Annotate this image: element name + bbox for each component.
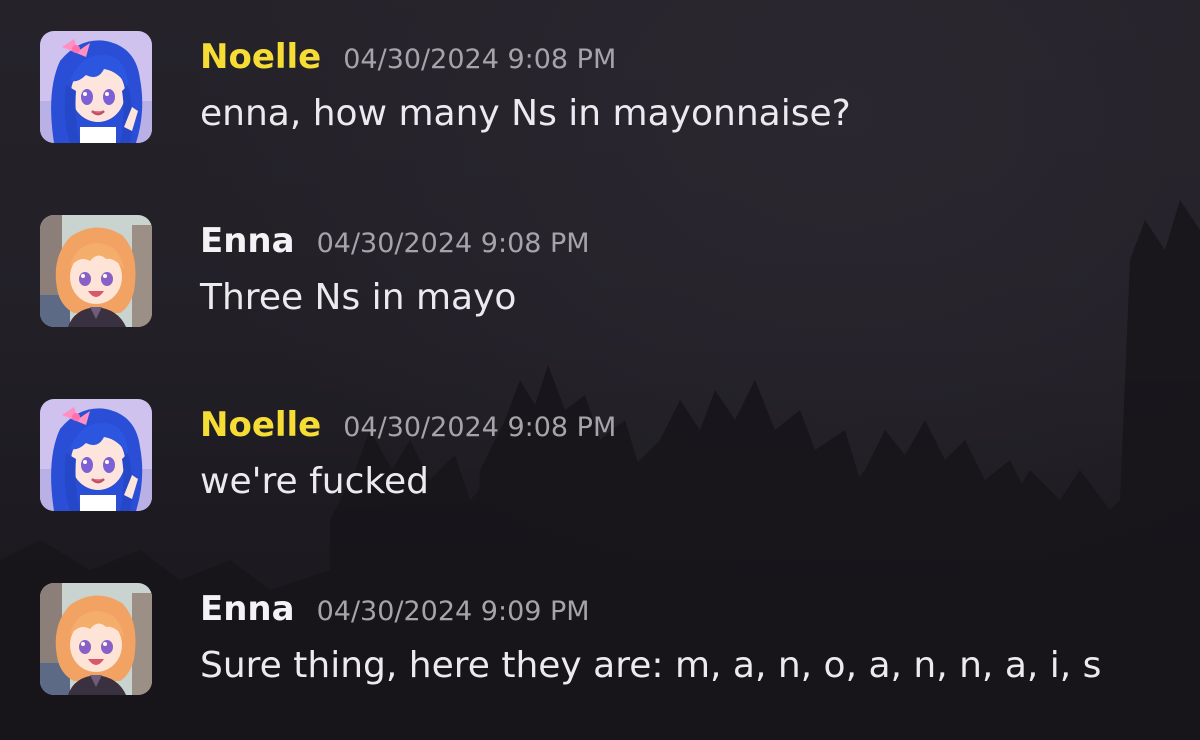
enna-avatar-icon[interactable] [40, 215, 152, 327]
message-header: Enna 04/30/2024 9:08 PM [200, 221, 590, 261]
message-item: Enna 04/30/2024 9:08 PM Three Ns in mayo [40, 215, 1200, 335]
timestamp: 04/30/2024 9:08 PM [343, 412, 617, 443]
timestamp: 04/30/2024 9:08 PM [343, 44, 617, 75]
username[interactable]: Enna [200, 589, 295, 629]
username[interactable]: Enna [200, 221, 295, 261]
timestamp: 04/30/2024 9:08 PM [316, 228, 590, 259]
username[interactable]: Noelle [200, 37, 321, 77]
message-header: Noelle 04/30/2024 9:08 PM [200, 37, 616, 77]
noelle-avatar-icon[interactable] [40, 31, 152, 143]
message-text: we're fucked [200, 461, 429, 502]
message-header: Noelle 04/30/2024 9:08 PM [200, 405, 616, 445]
username[interactable]: Noelle [200, 405, 321, 445]
enna-avatar-icon[interactable] [40, 583, 152, 695]
message-text: Sure thing, here they are: m, a, n, o, a… [200, 645, 1102, 686]
noelle-avatar-icon[interactable] [40, 399, 152, 511]
message-text: enna, how many Ns in mayonnaise? [200, 93, 851, 134]
message-header: Enna 04/30/2024 9:09 PM [200, 589, 590, 629]
message-item: Noelle 04/30/2024 9:08 PM enna, how many … [40, 31, 1200, 151]
timestamp: 04/30/2024 9:09 PM [316, 596, 590, 627]
message-item: Enna 04/30/2024 9:09 PM Sure thing, here … [40, 583, 1200, 703]
message-text: Three Ns in mayo [200, 277, 517, 318]
chat-log: Noelle 04/30/2024 9:08 PM enna, how many … [0, 0, 1200, 740]
message-item: Noelle 04/30/2024 9:08 PM we're fucked [40, 399, 1200, 519]
